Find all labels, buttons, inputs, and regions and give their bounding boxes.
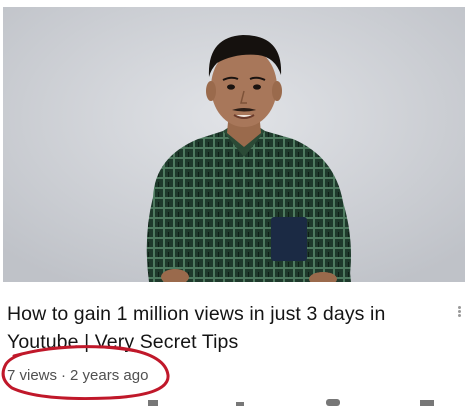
view-count: 7 views — [7, 367, 58, 384]
meta-separator: · — [61, 367, 67, 384]
video-metadata: 7 views · 2 years ago — [7, 367, 148, 384]
upload-age: 2 years ago — [70, 367, 149, 384]
video-title[interactable]: How to gain 1 million views in just 3 da… — [7, 300, 447, 356]
video-thumbnail[interactable] — [3, 7, 465, 282]
cropped-action-icons — [148, 399, 434, 406]
vertical-dots-icon[interactable] — [456, 306, 462, 318]
thumbnail-image — [3, 7, 465, 282]
video-card[interactable]: How to gain 1 million views in just 3 da… — [0, 0, 468, 406]
